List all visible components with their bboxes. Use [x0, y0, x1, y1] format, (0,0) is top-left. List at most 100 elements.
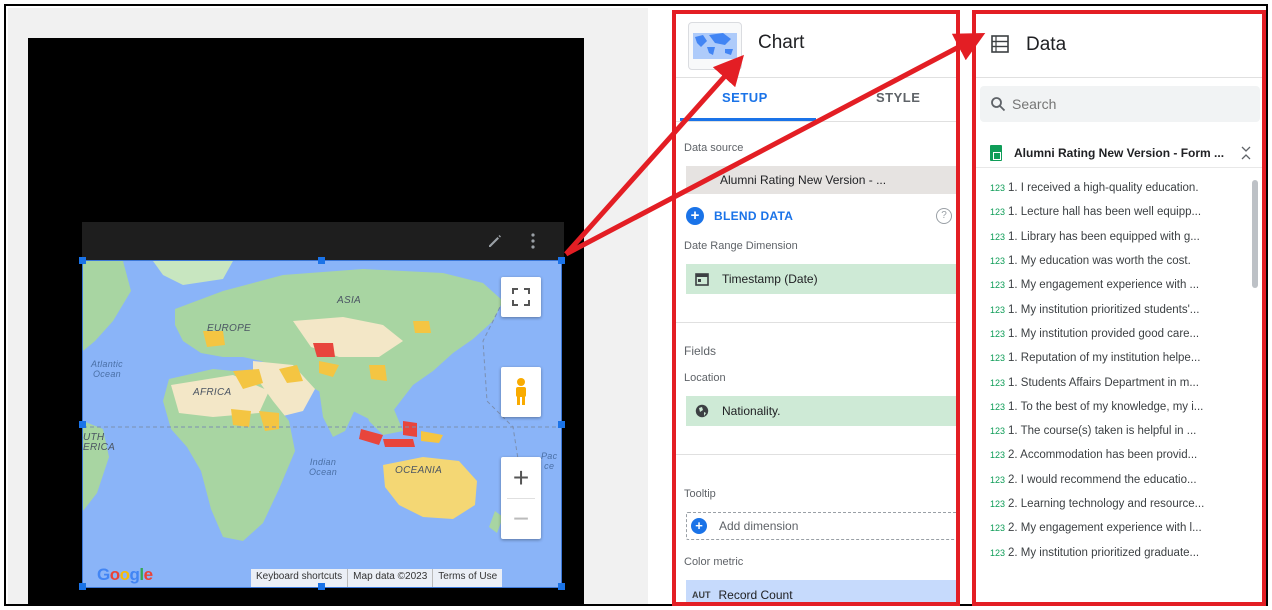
field-list-item[interactable]: 123 1. Lecture hall has been well equipp.… [976, 200, 1246, 224]
location-value: Nationality. [722, 404, 781, 418]
zoom-in-button[interactable]: + [501, 458, 541, 498]
street-view-button[interactable] [501, 367, 541, 417]
collapse-expand-icon[interactable] [1240, 145, 1252, 161]
field-name: 1. My institution provided good care... [1008, 327, 1200, 340]
chart-properties-panel: Chart SETUP STYLE Data source Alumni Rat… [672, 10, 960, 606]
active-tab-indicator [680, 118, 816, 121]
field-list-item[interactable]: 123 1. I received a high-quality educatio… [976, 176, 1246, 200]
field-name: 1. Lecture hall has been well equipp... [1008, 206, 1202, 219]
field-name: 1. My institution prioritized students'.… [1008, 303, 1200, 316]
chart-type-selector[interactable] [688, 22, 742, 70]
date-range-label: Date Range Dimension [684, 240, 798, 252]
resize-handle[interactable] [318, 583, 325, 590]
globe-icon [694, 403, 710, 419]
resize-handle[interactable] [79, 421, 86, 428]
number-type-icon: 123 [990, 523, 1006, 534]
field-list-item[interactable]: 123 1. My education was worth the cost. [976, 249, 1246, 273]
zoom-out-button[interactable]: − [501, 499, 541, 539]
google-logo: Google [97, 565, 153, 584]
fullscreen-button[interactable] [501, 277, 541, 317]
more-vert-icon[interactable] [528, 232, 538, 250]
map-label-south-america: UTH ERICA [83, 432, 116, 453]
blend-data-button[interactable]: + BLEND DATA ? [686, 204, 956, 228]
help-icon[interactable]: ? [936, 208, 952, 224]
map-label-indian: Indian Ocean [309, 457, 338, 477]
field-list-item[interactable]: 123 2. My engagement experience with l... [976, 516, 1246, 540]
field-name: 1. Reputation of my institution helpe... [1008, 352, 1201, 365]
keyboard-shortcuts-link[interactable]: Keyboard shortcuts [251, 569, 349, 587]
location-dimension-chip[interactable]: Nationality. [686, 396, 956, 426]
divider [676, 454, 956, 455]
tab-setup[interactable]: SETUP [722, 90, 768, 105]
tooltip-label: Tooltip [684, 488, 716, 500]
number-type-icon: 123 [990, 499, 1006, 509]
terms-of-use-link[interactable]: Terms of Use [433, 569, 502, 587]
field-search-box[interactable] [980, 86, 1260, 122]
number-type-icon: 123 [990, 547, 1006, 558]
map-label-atlantic: Atlantic Ocean [91, 359, 123, 379]
resize-handle[interactable] [558, 421, 565, 428]
tab-style[interactable]: STYLE [876, 90, 920, 105]
chart-panel-header: Chart [676, 14, 956, 78]
resize-handle[interactable] [318, 257, 325, 264]
map-land-shapes [83, 261, 561, 541]
fullscreen-icon [512, 288, 530, 306]
search-input[interactable] [1012, 96, 1232, 112]
metric-value: Record Count [718, 588, 793, 602]
field-list-item[interactable]: 123 1. My engagement experience with ... [976, 273, 1246, 297]
resize-handle[interactable] [558, 257, 565, 264]
field-list: 123 1. I received a high-quality educatio… [976, 176, 1246, 565]
field-name: 2. My institution prioritized graduate..… [1008, 546, 1200, 559]
number-type-icon: 123 [990, 377, 1006, 388]
field-list-item[interactable]: 123 1. Students Affairs Department in m..… [976, 370, 1246, 394]
field-name: 2. Accommodation has been provid... [1008, 449, 1198, 462]
field-list-item[interactable]: 123 2. Accommodation has been provid... [976, 443, 1246, 467]
data-source-name: Alumni Rating New Version - Form ... [1014, 145, 1225, 160]
edit-icon[interactable] [486, 232, 504, 250]
map-label-asia: ASIA [337, 295, 361, 306]
map-label-oceania: OCEANIA [395, 465, 443, 476]
field-name: 2. My engagement experience with l... [1008, 522, 1202, 535]
fields-heading: Fields [684, 344, 717, 358]
resize-handle[interactable] [558, 583, 565, 590]
location-label: Location [684, 372, 726, 384]
add-dimension-button[interactable]: + Add dimension [686, 512, 956, 540]
world-map[interactable]: ASIA EUROPE AFRICA OCEANIA UTH ERICA Atl… [82, 260, 562, 588]
date-range-value: Timestamp (Date) [722, 272, 818, 286]
data-source-selector[interactable]: Alumni Rating New Version - ... [686, 166, 956, 194]
number-type-icon: 123 [990, 207, 1006, 218]
number-type-icon: 123 [990, 280, 1006, 291]
number-type-icon: 123 [990, 474, 1006, 485]
geo-map-chart[interactable]: ASIA EUROPE AFRICA OCEANIA UTH ERICA Atl… [79, 222, 565, 590]
field-list-item[interactable]: 123 1. To the best of my knowledge, my i.… [976, 395, 1246, 419]
number-type-icon: 123 [990, 304, 1006, 315]
field-list-item[interactable]: 123 1. My institution prioritized student… [976, 297, 1246, 321]
data-source-label: Data source [684, 142, 744, 154]
field-list-item[interactable]: 123 1. Library has been equipped with g..… [976, 225, 1246, 249]
number-type-icon: 123 [990, 426, 1006, 437]
field-name: 2. Learning technology and resource... [1008, 498, 1205, 510]
zoom-control: + − [501, 457, 541, 539]
field-list-item[interactable]: 123 2. Learning technology and resource..… [976, 492, 1246, 516]
data-source-row[interactable]: Alumni Rating New Version - Form ... [976, 138, 1262, 168]
aggregation-badge: AUT [692, 590, 711, 600]
blend-data-label: BLEND DATA [714, 209, 794, 223]
field-list-item[interactable]: 123 1. My institution provided good care.… [976, 322, 1246, 346]
scrollbar-thumb[interactable] [1252, 180, 1258, 288]
chart-toolbar [82, 222, 564, 262]
date-range-dimension-chip[interactable]: Timestamp (Date) [686, 264, 956, 294]
field-list-item[interactable]: 123 1. Reputation of my institution helpe… [976, 346, 1246, 370]
calendar-icon [694, 271, 710, 287]
color-metric-chip[interactable]: AUT Record Count [686, 580, 956, 602]
field-name: 1. To the best of my knowledge, my i... [1008, 400, 1204, 413]
field-list-item[interactable]: 123 2. I would recommend the educatio... [976, 468, 1246, 492]
number-type-icon: 123 [990, 256, 1006, 267]
data-list-icon [991, 35, 1009, 53]
field-list-item[interactable]: 123 2. My institution prioritized graduat… [976, 540, 1246, 564]
pegman-icon [516, 378, 526, 405]
number-type-icon: 123 [990, 401, 1006, 412]
resize-handle[interactable] [79, 257, 86, 264]
resize-handle[interactable] [79, 583, 86, 590]
number-type-icon: 123 [990, 328, 1006, 339]
field-list-item[interactable]: 123 1. The course(s) taken is helpful in … [976, 419, 1246, 443]
